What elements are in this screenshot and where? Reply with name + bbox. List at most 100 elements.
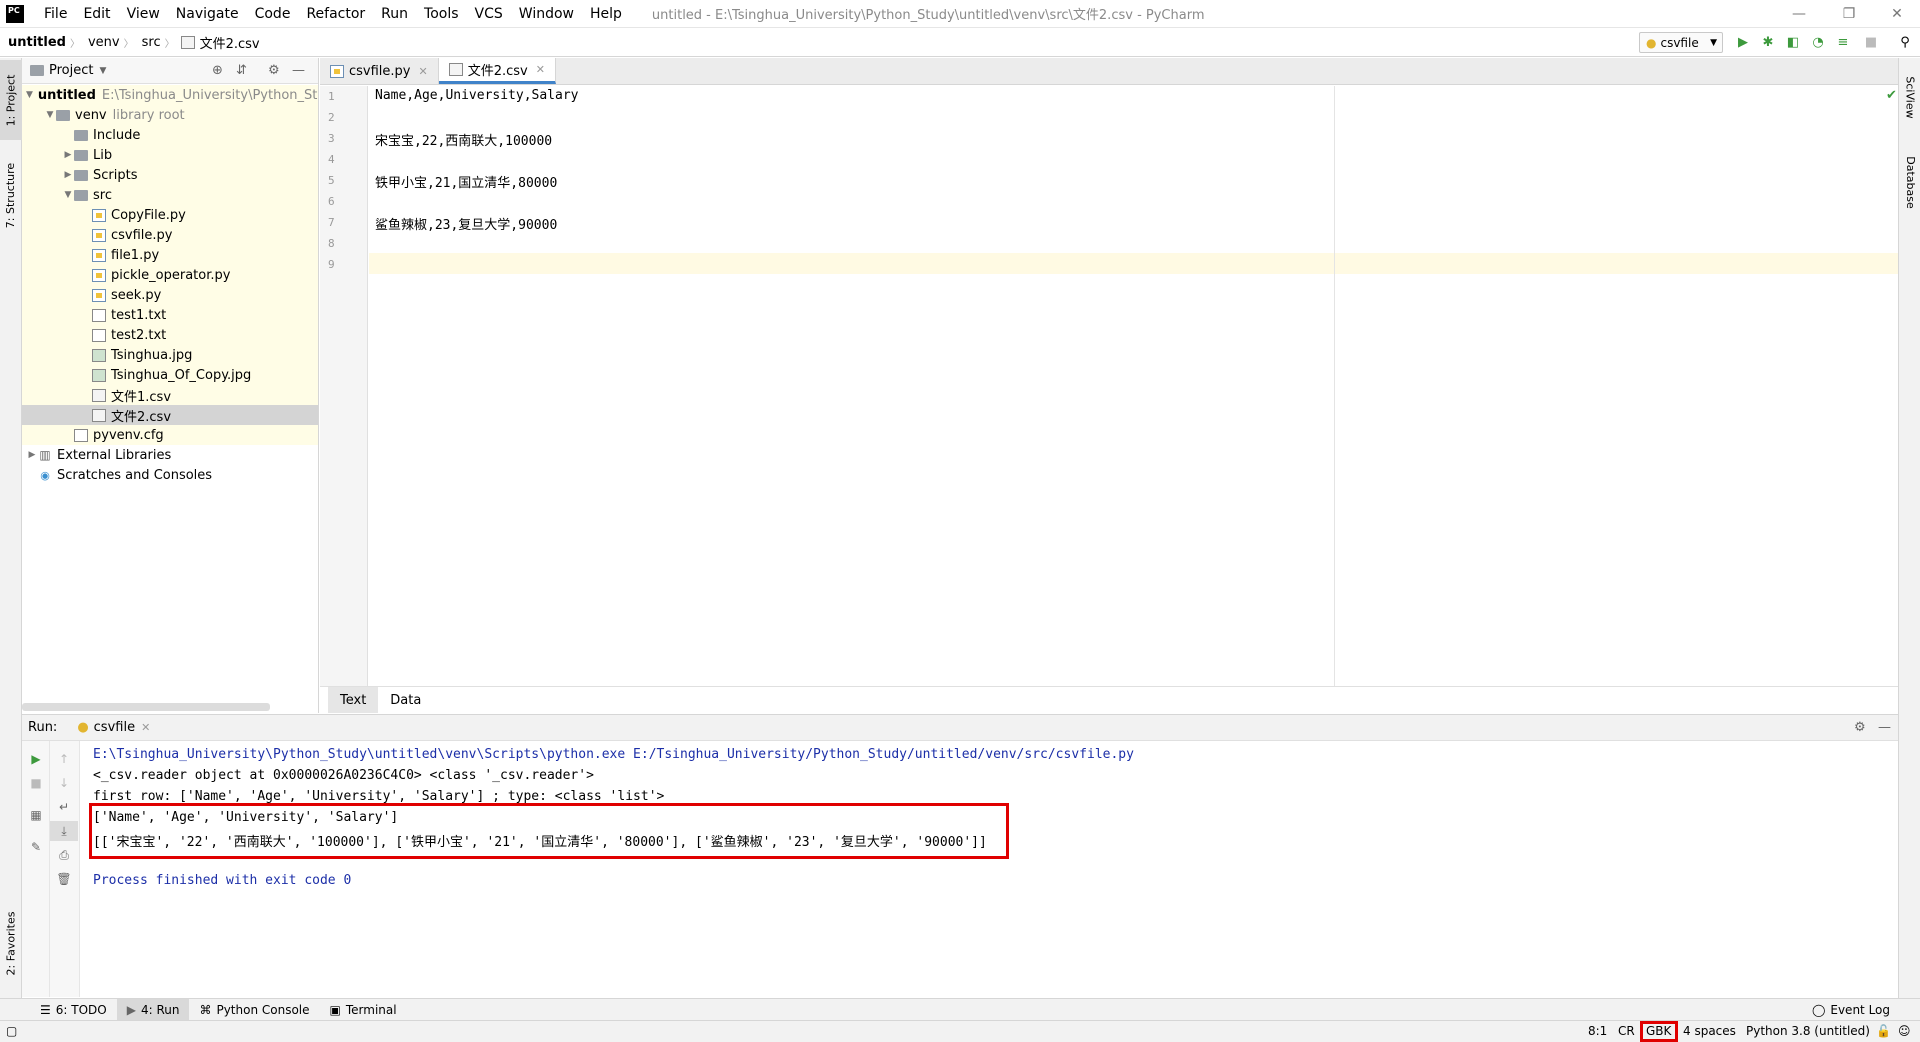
- breadcrumb-project[interactable]: untitled: [0, 35, 70, 50]
- menu-tools[interactable]: Tools: [416, 6, 467, 22]
- tree-item[interactable]: seek.py: [22, 285, 318, 305]
- close-tab-icon[interactable]: ✕: [419, 65, 428, 78]
- console-output[interactable]: E:\Tsinghua_University\Python_Study\unti…: [81, 741, 1898, 997]
- code-line[interactable]: Name,Age,University,Salary: [375, 88, 579, 103]
- breadcrumb-venv[interactable]: venv: [80, 35, 124, 50]
- collapse-all-icon[interactable]: ⇵: [236, 63, 247, 78]
- debug-icon[interactable]: ✱: [1759, 33, 1777, 51]
- editor-tab[interactable]: 文件2.csv ✕: [438, 58, 556, 84]
- code-line[interactable]: 宋宝宝,22,西南联大,100000: [375, 130, 552, 149]
- view-tab-data[interactable]: Data: [378, 687, 433, 713]
- expand-arrow-icon[interactable]: ▼: [44, 110, 56, 120]
- tree-item[interactable]: ▼ untitled E:\Tsinghua_University\Python_S…: [22, 85, 318, 105]
- stop-icon[interactable]: ■: [22, 773, 50, 793]
- menu-vcs[interactable]: VCS: [467, 6, 511, 22]
- menu-run[interactable]: Run: [373, 6, 416, 22]
- run-tool-tab[interactable]: ▶ 4: Run: [116, 998, 190, 1021]
- menu-window[interactable]: Window: [511, 6, 582, 22]
- menu-code[interactable]: Code: [247, 6, 299, 22]
- print-icon[interactable]: ⎙: [50, 845, 78, 865]
- structure-tool-tab[interactable]: 7: Structure: [0, 150, 22, 240]
- code-line[interactable]: 铁甲小宝,21,国立清华,80000: [375, 172, 557, 191]
- expand-arrow-icon[interactable]: ▼: [62, 190, 74, 200]
- restore-icon[interactable]: ❐: [1826, 0, 1872, 28]
- tree-item[interactable]: test1.txt: [22, 305, 318, 325]
- tree-item[interactable]: ▶ ▥ External Libraries: [22, 445, 318, 465]
- chevron-down-icon[interactable]: ▼: [99, 66, 106, 76]
- status-square-icon[interactable]: ▢: [6, 1024, 17, 1038]
- breadcrumb-src[interactable]: src: [134, 35, 165, 50]
- trash-icon[interactable]: 🗑: [50, 869, 78, 889]
- event-log-tool-tab[interactable]: ◯ Event Log: [1802, 999, 1900, 1021]
- collapse-arrow-icon[interactable]: ▶: [62, 170, 74, 180]
- arrow-down-icon[interactable]: ↓: [50, 773, 78, 793]
- project-tool-tab[interactable]: 1: Project: [0, 60, 22, 140]
- hide-panel-icon[interactable]: —: [292, 63, 305, 78]
- run-tab[interactable]: ● csvfile ✕: [77, 720, 150, 735]
- menu-view[interactable]: View: [119, 6, 168, 22]
- tree-item[interactable]: pyvenv.cfg: [22, 425, 318, 445]
- database-tool-tab[interactable]: Database: [1899, 142, 1920, 222]
- tree-item[interactable]: ▶ Lib: [22, 145, 318, 165]
- close-tab-icon[interactable]: ✕: [536, 63, 545, 76]
- sciview-tool-tab[interactable]: SciView: [1899, 62, 1920, 132]
- soft-wrap-icon[interactable]: ↵: [50, 797, 78, 817]
- menu-file[interactable]: File: [36, 6, 75, 22]
- stop-icon[interactable]: ■: [1862, 33, 1880, 51]
- tree-item[interactable]: ◉ Scratches and Consoles: [22, 465, 318, 485]
- search-icon[interactable]: ⚲: [1896, 33, 1914, 51]
- pin-icon[interactable]: ✎: [22, 837, 50, 857]
- tree-item[interactable]: Include: [22, 125, 318, 145]
- tree-item[interactable]: ▶ Scripts: [22, 165, 318, 185]
- menu-help[interactable]: Help: [582, 6, 630, 22]
- gear-icon[interactable]: ⚙: [1854, 720, 1866, 735]
- lock-icon[interactable]: 🔓: [1876, 1024, 1891, 1038]
- locate-icon[interactable]: ⊕: [212, 63, 223, 78]
- python-console-tool-tab[interactable]: ⌘ Python Console: [189, 999, 319, 1021]
- tree-item[interactable]: ▼ src: [22, 185, 318, 205]
- code-line[interactable]: 鲨鱼辣椒,23,复旦大学,90000: [375, 214, 557, 233]
- tree-horizontal-scrollbar[interactable]: [22, 703, 270, 711]
- rerun-icon[interactable]: ▶: [22, 749, 50, 769]
- tree-item[interactable]: CopyFile.py: [22, 205, 318, 225]
- project-panel-title[interactable]: Project: [49, 63, 93, 78]
- gear-icon[interactable]: ⚙: [268, 63, 280, 78]
- caret-position[interactable]: 8:1: [1588, 1024, 1607, 1038]
- terminal-tool-tab[interactable]: ▣ Terminal: [320, 999, 407, 1021]
- hide-panel-icon[interactable]: —: [1878, 720, 1891, 735]
- run-config-selector[interactable]: ● csvfile ▼: [1639, 32, 1723, 53]
- menu-edit[interactable]: Edit: [75, 6, 118, 22]
- indent-setting[interactable]: 4 spaces: [1683, 1024, 1736, 1038]
- run-icon[interactable]: ▶: [1734, 33, 1752, 51]
- tree-item[interactable]: ▼ venv library root: [22, 105, 318, 125]
- python-interpreter[interactable]: Python 3.8 (untitled): [1746, 1024, 1870, 1038]
- close-window-icon[interactable]: ✕: [1874, 0, 1920, 28]
- line-separator[interactable]: CR: [1618, 1024, 1635, 1038]
- editor-area[interactable]: Name,Age,University,Salary 宋宝宝,22,西南联大,10…: [369, 86, 1898, 686]
- collapse-arrow-icon[interactable]: ▶: [26, 450, 38, 460]
- collapse-arrow-icon[interactable]: ▶: [62, 150, 74, 160]
- editor-tab[interactable]: csvfile.py ✕: [320, 58, 439, 84]
- tree-item[interactable]: test2.txt: [22, 325, 318, 345]
- profile-icon[interactable]: ◔: [1809, 33, 1827, 51]
- coverage-icon[interactable]: ◧: [1784, 33, 1802, 51]
- tree-item[interactable]: Tsinghua_Of_Copy.jpg: [22, 365, 318, 385]
- breadcrumb-file[interactable]: 文件2.csv: [200, 33, 264, 52]
- favorites-tool-tab[interactable]: 2: Favorites: [0, 898, 22, 988]
- menu-refactor[interactable]: Refactor: [298, 6, 373, 22]
- tree-item[interactable]: 文件1.csv: [22, 385, 318, 405]
- arrow-up-icon[interactable]: ↑: [50, 749, 78, 769]
- tree-item[interactable]: 文件2.csv: [22, 405, 318, 425]
- tree-item[interactable]: file1.py: [22, 245, 318, 265]
- close-tab-icon[interactable]: ✕: [141, 721, 150, 734]
- inspector-icon[interactable]: ☺: [1898, 1024, 1911, 1038]
- tree-item[interactable]: pickle_operator.py: [22, 265, 318, 285]
- menu-navigate[interactable]: Navigate: [168, 6, 247, 22]
- view-tab-text[interactable]: Text: [328, 687, 379, 713]
- todo-tool-tab[interactable]: ☰ 6: TODO: [30, 999, 117, 1021]
- layout-icon[interactable]: ▦: [22, 805, 50, 825]
- tree-item[interactable]: Tsinghua.jpg: [22, 345, 318, 365]
- minimize-icon[interactable]: —: [1776, 0, 1822, 28]
- tree-item[interactable]: csvfile.py: [22, 225, 318, 245]
- build-icon[interactable]: ≡: [1834, 33, 1852, 51]
